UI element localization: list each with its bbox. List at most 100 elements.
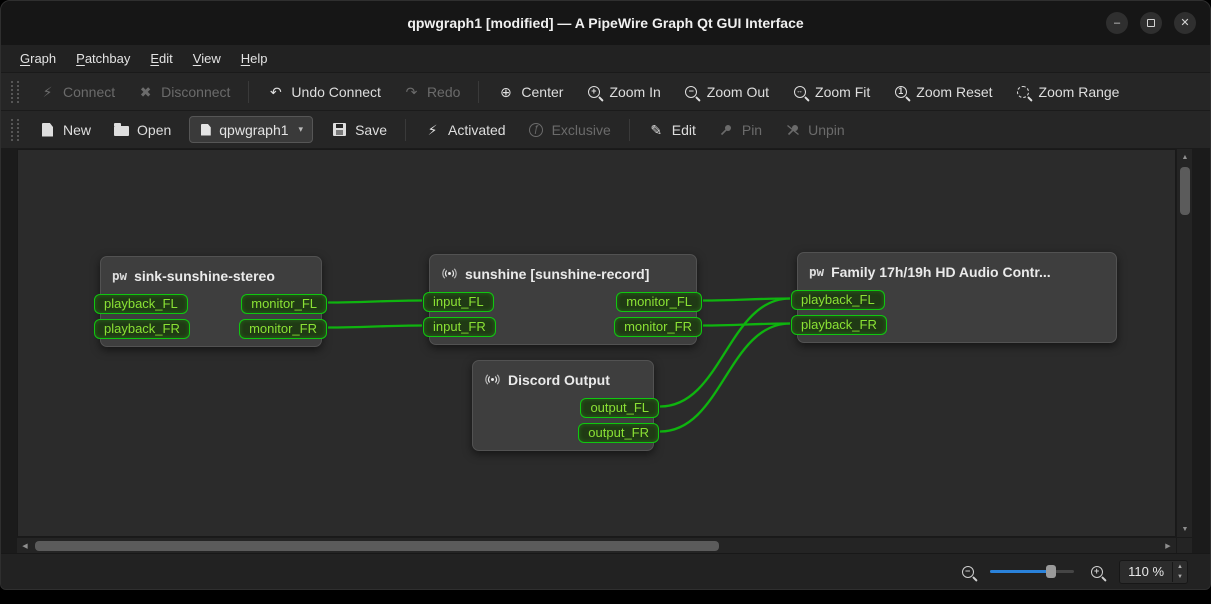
pipewire-icon: pw <box>112 268 127 283</box>
menu-graph[interactable]: Graph <box>11 47 65 70</box>
unpin-icon <box>784 121 801 138</box>
scroll-up-arrow[interactable]: ▲ <box>1177 149 1193 165</box>
graph-canvas[interactable]: pw sink-sunshine-stereo playback_FL moni… <box>17 149 1176 537</box>
edit-toggle[interactable]: ✎ Edit <box>638 115 706 144</box>
toolbar-drag-handle[interactable] <box>11 119 19 141</box>
activated-icon: ⚡ <box>424 121 441 138</box>
zoom-range-icon <box>1015 83 1032 100</box>
spin-down-arrow[interactable]: ▼ <box>1173 572 1187 582</box>
exclusive-toggle[interactable]: ƒ Exclusive <box>518 115 621 144</box>
zoom-out-icon: − <box>683 83 700 100</box>
horizontal-scrollbar: ◀ ▶ <box>17 537 1176 553</box>
zoom-in-button[interactable]: + Zoom In <box>575 77 670 106</box>
zoom-reset-icon: 1 <box>892 83 909 100</box>
zoom-range-button[interactable]: Zoom Range <box>1005 77 1130 106</box>
save-patchbay-button[interactable]: Save <box>321 115 397 144</box>
zoom-fit-icon: ↔ <box>791 83 808 100</box>
port-output[interactable]: monitor_FR <box>239 319 327 339</box>
toolbar-separator <box>478 81 479 103</box>
node-sunshine[interactable]: sunshine [sunshine-record] input_FL moni… <box>429 254 697 345</box>
exclusive-icon: ƒ <box>528 121 545 138</box>
scrollbar-corner <box>1177 537 1192 553</box>
zoom-slider-fill <box>990 570 1050 573</box>
zoom-value[interactable]: 110 % <box>1120 564 1172 579</box>
app-window: qpwgraph1 [modified] — A PipeWire Graph … <box>0 0 1211 590</box>
node-sink-sunshine-stereo[interactable]: pw sink-sunshine-stereo playback_FL moni… <box>100 256 322 347</box>
vertical-scrollbar: ▲ ▼ <box>1176 149 1192 553</box>
node-title: Discord Output <box>508 372 610 388</box>
edit-pencil-icon: ✎ <box>648 121 665 138</box>
undo-connect-button[interactable]: ↶ Undo Connect <box>257 77 391 106</box>
port-output[interactable]: monitor_FL <box>241 294 327 314</box>
port-input[interactable]: input_FL <box>423 292 494 312</box>
connect-icon: ⚡ <box>39 83 56 100</box>
scroll-right-arrow[interactable]: ▶ <box>1160 538 1176 554</box>
disconnect-button[interactable]: ✖ Disconnect <box>127 77 240 106</box>
zoom-fit-button[interactable]: ↔ Zoom Fit <box>781 77 880 106</box>
disconnect-icon: ✖ <box>137 83 154 100</box>
activated-toggle[interactable]: ⚡ Activated <box>414 115 516 144</box>
close-button[interactable]: ✕ <box>1174 12 1196 34</box>
toolbar-separator <box>248 81 249 103</box>
horizontal-scrollbar-thumb[interactable] <box>35 541 719 551</box>
scroll-down-arrow[interactable]: ▼ <box>1177 521 1193 537</box>
scroll-left-arrow[interactable]: ◀ <box>17 538 33 554</box>
open-patchbay-button[interactable]: Open <box>103 115 181 144</box>
center-button[interactable]: ⊕ Center <box>487 77 573 106</box>
port-output[interactable]: monitor_FR <box>614 317 702 337</box>
undo-icon: ↶ <box>267 83 284 100</box>
node-title: sink-sunshine-stereo <box>134 268 275 284</box>
pin-button[interactable]: Pin <box>708 115 772 144</box>
node-title: Family 17h/19h HD Audio Contr... <box>831 264 1051 280</box>
port-input[interactable]: playback_FL <box>791 290 885 310</box>
new-patchbay-button[interactable]: New <box>29 115 101 144</box>
vertical-scrollbar-thumb[interactable] <box>1180 167 1190 215</box>
menu-edit[interactable]: Edit <box>141 47 181 70</box>
port-input[interactable]: playback_FR <box>94 319 190 339</box>
title-bar[interactable]: qpwgraph1 [modified] — A PipeWire Graph … <box>1 1 1210 45</box>
node-family-hd-audio[interactable]: pw Family 17h/19h HD Audio Contr... play… <box>797 252 1117 343</box>
redo-icon: ↷ <box>403 83 420 100</box>
toolbar-drag-handle[interactable] <box>11 81 19 103</box>
port-input[interactable]: input_FR <box>423 317 496 337</box>
minimize-button[interactable]: – <box>1106 12 1128 34</box>
connection-cable[interactable] <box>328 301 422 303</box>
menu-bar: Graph Patchbay Edit View Help <box>1 45 1210 73</box>
maximize-icon <box>1147 19 1155 27</box>
zoom-reset-button[interactable]: 1 Zoom Reset <box>882 77 1002 106</box>
port-output[interactable]: output_FR <box>578 423 659 443</box>
toolbar-separator <box>405 119 406 141</box>
window-controls: – ✕ <box>1106 1 1196 45</box>
graph-toolbar: ⚡ Connect ✖ Disconnect ↶ Undo Connect ↷ … <box>1 73 1210 111</box>
port-output[interactable]: monitor_FL <box>616 292 702 312</box>
patchbay-file-icon <box>199 121 212 138</box>
zoom-spinbox[interactable]: 110 % ▲ ▼ <box>1119 560 1188 584</box>
zoom-out-button[interactable]: − Zoom Out <box>673 77 779 106</box>
zoom-out-icon[interactable]: − <box>959 563 976 580</box>
zoom-in-icon[interactable]: + <box>1088 563 1105 580</box>
close-icon: ✕ <box>1180 18 1189 29</box>
spin-up-arrow[interactable]: ▲ <box>1173 562 1187 572</box>
unpin-button[interactable]: Unpin <box>774 115 855 144</box>
window-title: qpwgraph1 [modified] — A PipeWire Graph … <box>407 15 803 31</box>
port-output[interactable]: output_FL <box>580 398 659 418</box>
node-discord-output[interactable]: Discord Output output_FL output_FR <box>472 360 654 451</box>
menu-view[interactable]: View <box>184 47 230 70</box>
port-input[interactable]: playback_FL <box>94 294 188 314</box>
vertical-scrollbar-track[interactable] <box>1177 215 1192 521</box>
redo-button[interactable]: ↷ Redo <box>393 77 470 106</box>
status-bar: − + 110 % ▲ ▼ <box>1 553 1210 589</box>
port-input[interactable]: playback_FR <box>791 315 887 335</box>
connect-button[interactable]: ⚡ Connect <box>29 77 125 106</box>
menu-patchbay[interactable]: Patchbay <box>67 47 139 70</box>
center-icon: ⊕ <box>497 83 514 100</box>
connection-cable[interactable] <box>328 326 422 328</box>
patchbay-select[interactable]: qpwgraph1 ▾ <box>189 116 313 143</box>
zoom-slider[interactable] <box>990 565 1074 579</box>
maximize-button[interactable] <box>1140 12 1162 34</box>
menu-help[interactable]: Help <box>232 47 277 70</box>
minimize-icon: – <box>1114 18 1120 29</box>
zoom-in-icon: + <box>585 83 602 100</box>
right-gutter <box>1192 149 1210 553</box>
zoom-slider-handle[interactable] <box>1046 565 1056 578</box>
